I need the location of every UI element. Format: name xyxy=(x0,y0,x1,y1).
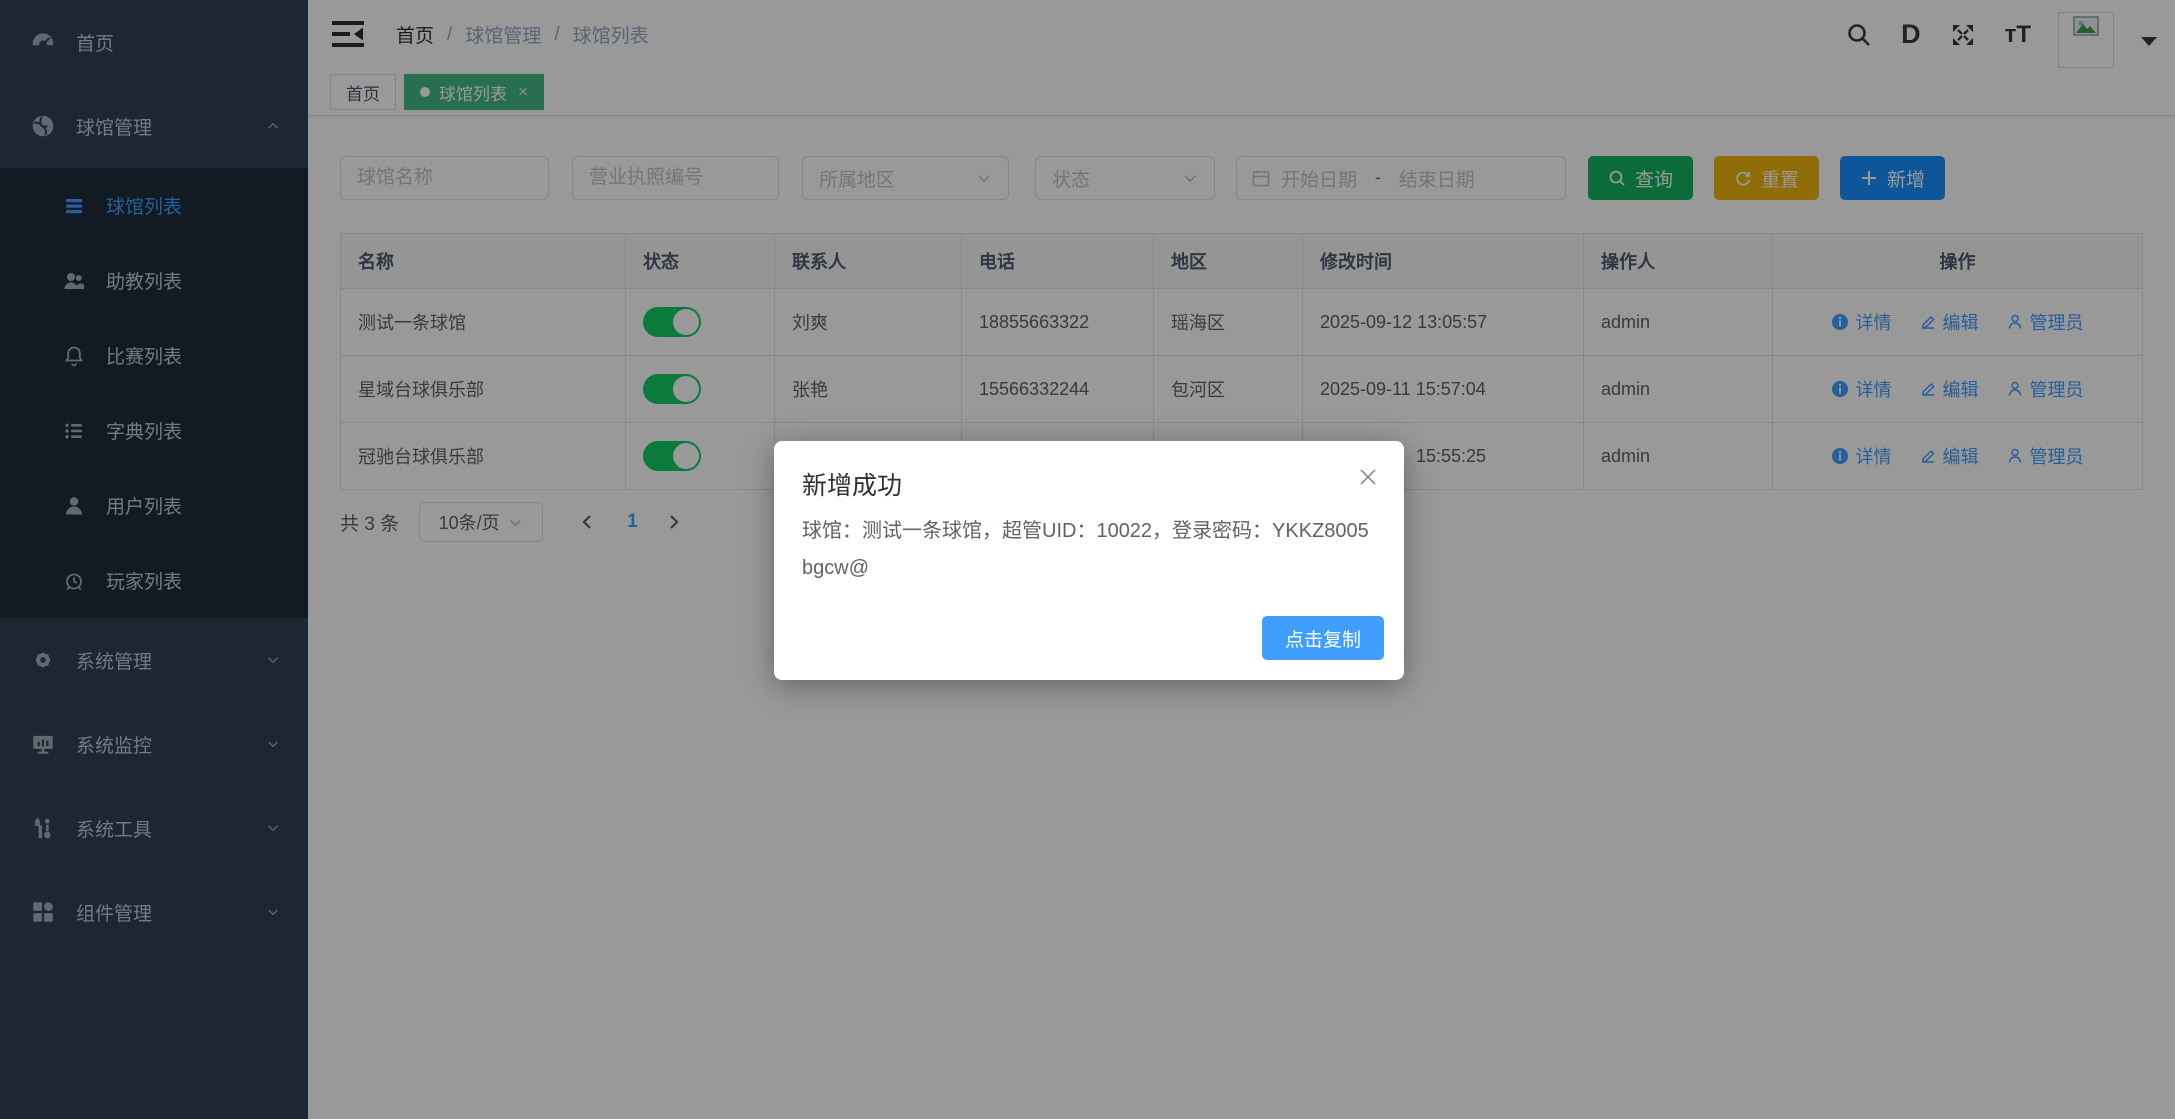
dialog-message: 球馆：测试一条球馆，超管UID：10022，登录密码：YKKZ8005bgcw@ xyxy=(802,513,1374,587)
dialog-title: 新增成功 xyxy=(802,466,902,502)
copy-button[interactable]: 点击复制 xyxy=(1262,616,1384,660)
close-icon[interactable] xyxy=(1356,465,1380,489)
success-dialog: 新增成功 球馆：测试一条球馆，超管UID：10022，登录密码：YKKZ8005… xyxy=(774,441,1404,680)
